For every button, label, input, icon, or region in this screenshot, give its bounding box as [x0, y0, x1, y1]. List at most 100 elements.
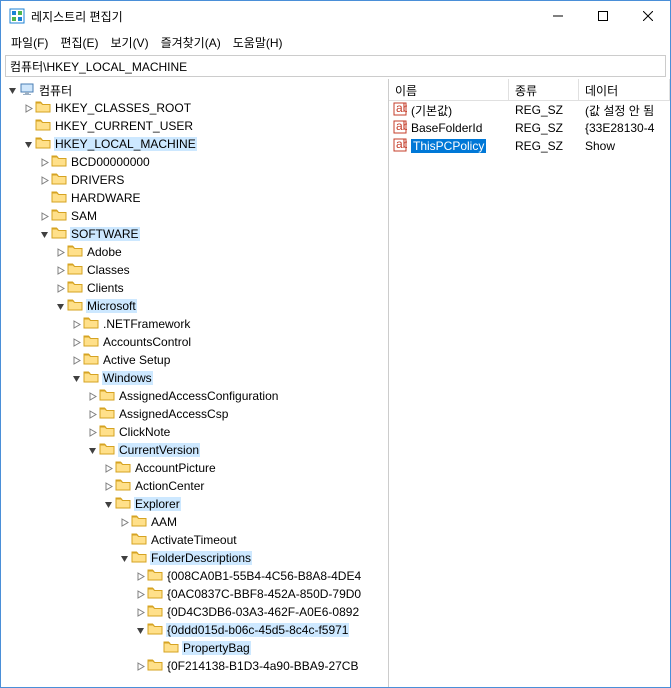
expand-icon[interactable]	[101, 482, 115, 491]
expand-icon[interactable]	[69, 356, 83, 365]
tree-node[interactable]: {0D4C3DB6-03A3-462F-A0E6-0892	[1, 603, 388, 621]
collapse-icon[interactable]	[101, 500, 115, 509]
tree-node[interactable]: Active Setup	[1, 351, 388, 369]
tree-node-label: HARDWARE	[70, 191, 142, 205]
expand-icon[interactable]	[53, 266, 67, 275]
expand-icon[interactable]	[133, 590, 147, 599]
tree-node[interactable]: HARDWARE	[1, 189, 388, 207]
close-button[interactable]	[625, 1, 670, 31]
expand-icon[interactable]	[133, 572, 147, 581]
folder-icon	[83, 352, 102, 369]
tree-node[interactable]: FolderDescriptions	[1, 549, 388, 567]
collapse-icon[interactable]	[5, 86, 19, 95]
minimize-button[interactable]	[535, 1, 580, 31]
tree-node[interactable]: SAM	[1, 207, 388, 225]
folder-icon	[51, 208, 70, 225]
tree-node[interactable]: Classes	[1, 261, 388, 279]
tree-node[interactable]: AccountPicture	[1, 459, 388, 477]
tree-node-label: Active Setup	[102, 353, 171, 367]
expand-icon[interactable]	[85, 392, 99, 401]
expand-icon[interactable]	[37, 158, 51, 167]
tree-node[interactable]: CurrentVersion	[1, 441, 388, 459]
expand-icon[interactable]	[69, 320, 83, 329]
collapse-icon[interactable]	[117, 554, 131, 563]
expand-icon[interactable]	[21, 104, 35, 113]
tree-node[interactable]: {0AC0837C-BBF8-452A-850D-79D0	[1, 585, 388, 603]
col-data[interactable]: 데이터	[579, 79, 670, 100]
tree-node[interactable]: PropertyBag	[1, 639, 388, 657]
tree-node[interactable]: Adobe	[1, 243, 388, 261]
expand-icon[interactable]	[133, 608, 147, 617]
tree-node-label: {0D4C3DB6-03A3-462F-A0E6-0892	[166, 605, 360, 619]
collapse-icon[interactable]	[21, 140, 35, 149]
folder-icon	[67, 298, 86, 315]
expand-icon[interactable]	[133, 662, 147, 671]
value-type: REG_SZ	[509, 139, 579, 153]
collapse-icon[interactable]	[53, 302, 67, 311]
tree-node[interactable]: AAM	[1, 513, 388, 531]
expand-icon[interactable]	[101, 464, 115, 473]
folder-icon	[83, 316, 102, 333]
folder-icon	[99, 442, 118, 459]
tree-node[interactable]: Microsoft	[1, 297, 388, 315]
tree-node[interactable]: {0ddd015d-b06c-45d5-8c4c-f5971	[1, 621, 388, 639]
string-value-icon: ab	[393, 138, 411, 155]
tree-node[interactable]: ActionCenter	[1, 477, 388, 495]
value-row[interactable]: ab(기본값)REG_SZ(값 설정 안 됨	[389, 101, 670, 119]
tree-node[interactable]: SOFTWARE	[1, 225, 388, 243]
tree-node[interactable]: AssignedAccessCsp	[1, 405, 388, 423]
value-row[interactable]: abThisPCPolicyREG_SZShow	[389, 137, 670, 155]
tree-node-label: SAM	[70, 209, 98, 223]
folder-icon	[147, 658, 166, 675]
collapse-icon[interactable]	[37, 230, 51, 239]
content-area: 컴퓨터HKEY_CLASSES_ROOTHKEY_CURRENT_USERHKE…	[1, 79, 670, 687]
value-row[interactable]: abBaseFolderIdREG_SZ{33E28130-4	[389, 119, 670, 137]
tree-node[interactable]: HKEY_LOCAL_MACHINE	[1, 135, 388, 153]
menu-edit[interactable]: 편집(E)	[56, 32, 102, 53]
tree-node[interactable]: Clients	[1, 279, 388, 297]
tree-node-label: SOFTWARE	[70, 227, 140, 241]
expand-icon[interactable]	[37, 176, 51, 185]
expand-icon[interactable]	[117, 518, 131, 527]
collapse-icon[interactable]	[69, 374, 83, 383]
tree-node[interactable]: DRIVERS	[1, 171, 388, 189]
menu-favorites[interactable]: 즐겨찾기(A)	[157, 32, 225, 53]
tree-node[interactable]: Windows	[1, 369, 388, 387]
tree-node[interactable]: 컴퓨터	[1, 81, 388, 99]
expand-icon[interactable]	[37, 212, 51, 221]
tree-node[interactable]: ActivateTimeout	[1, 531, 388, 549]
tree-node-label: {0F214138-B1D3-4a90-BBA9-27CB	[166, 659, 359, 673]
list-body[interactable]: ab(기본값)REG_SZ(값 설정 안 됨abBaseFolderIdREG_…	[389, 101, 670, 687]
tree-node[interactable]: ClickNote	[1, 423, 388, 441]
tree-node-label: AssignedAccessCsp	[118, 407, 229, 421]
tree-node[interactable]: HKEY_CLASSES_ROOT	[1, 99, 388, 117]
tree-node[interactable]: Explorer	[1, 495, 388, 513]
string-value-icon: ab	[393, 120, 411, 137]
collapse-icon[interactable]	[133, 626, 147, 635]
expand-icon[interactable]	[85, 410, 99, 419]
expand-icon[interactable]	[53, 284, 67, 293]
expand-icon[interactable]	[53, 248, 67, 257]
folder-icon	[35, 136, 54, 153]
tree-node[interactable]: HKEY_CURRENT_USER	[1, 117, 388, 135]
tree-node[interactable]: {008CA0B1-55B4-4C56-B8A8-4DE4	[1, 567, 388, 585]
tree-node[interactable]: BCD00000000	[1, 153, 388, 171]
col-name[interactable]: 이름	[389, 79, 509, 100]
col-type[interactable]: 종류	[509, 79, 579, 100]
menu-view[interactable]: 보기(V)	[106, 32, 152, 53]
folder-icon	[131, 550, 150, 567]
menu-help[interactable]: 도움말(H)	[229, 32, 287, 53]
tree-node-label: {0ddd015d-b06c-45d5-8c4c-f5971	[166, 623, 349, 637]
folder-icon	[147, 622, 166, 639]
tree-node[interactable]: AccountsControl	[1, 333, 388, 351]
tree-view[interactable]: 컴퓨터HKEY_CLASSES_ROOTHKEY_CURRENT_USERHKE…	[1, 79, 389, 687]
tree-node[interactable]: AssignedAccessConfiguration	[1, 387, 388, 405]
address-bar[interactable]: 컴퓨터\HKEY_LOCAL_MACHINE	[5, 55, 666, 77]
menu-file[interactable]: 파일(F)	[7, 32, 52, 53]
tree-node[interactable]: {0F214138-B1D3-4a90-BBA9-27CB	[1, 657, 388, 675]
tree-node[interactable]: .NETFramework	[1, 315, 388, 333]
maximize-button[interactable]	[580, 1, 625, 31]
expand-icon[interactable]	[69, 338, 83, 347]
expand-icon[interactable]	[85, 428, 99, 437]
collapse-icon[interactable]	[85, 446, 99, 455]
